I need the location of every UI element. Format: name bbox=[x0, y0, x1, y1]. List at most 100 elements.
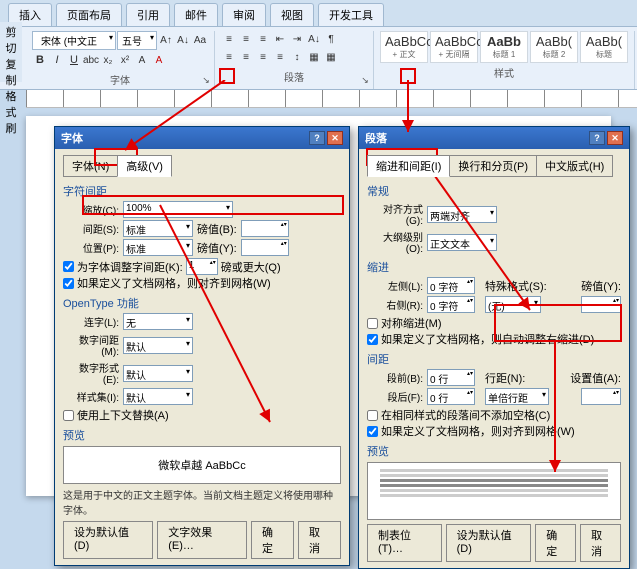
styleset-combo[interactable]: 默认 bbox=[123, 388, 193, 405]
paragraph-dialog: 段落 ?✕ 缩进和间距(I) 换行和分页(P) 中文版式(H) 常规 对齐方式(… bbox=[358, 126, 630, 569]
help-icon[interactable]: ? bbox=[589, 131, 605, 145]
sec-preview-font: 预览 bbox=[63, 427, 341, 443]
tab-ref[interactable]: 引用 bbox=[126, 3, 170, 26]
font-dialog-titlebar[interactable]: 字体 ?✕ bbox=[55, 127, 349, 149]
para-dialog-titlebar[interactable]: 段落 ?✕ bbox=[359, 127, 629, 149]
font-tab-font[interactable]: 字体(N) bbox=[63, 155, 118, 177]
para-cancel-button[interactable]: 取消 bbox=[580, 524, 621, 562]
copy-label[interactable]: 复制 bbox=[2, 56, 20, 88]
para-dialog-launcher-icon[interactable]: ↘ bbox=[359, 75, 371, 87]
shrink-font-icon[interactable]: A↓ bbox=[175, 33, 191, 49]
position-by-spin[interactable] bbox=[241, 239, 289, 256]
outline-combo[interactable]: 正文文本 bbox=[427, 234, 497, 251]
line-space-icon[interactable]: ↕ bbox=[289, 49, 305, 65]
close-icon[interactable]: ✕ bbox=[327, 131, 343, 145]
bullets-icon[interactable]: ≡ bbox=[221, 31, 237, 47]
multilevel-icon[interactable]: ≡ bbox=[255, 31, 271, 47]
align-left-icon[interactable]: ≡ bbox=[221, 49, 237, 65]
ruler[interactable] bbox=[26, 90, 637, 108]
tabs-button[interactable]: 制表位(T)… bbox=[367, 524, 442, 562]
para-preview bbox=[367, 462, 621, 520]
sort-icon[interactable]: A↓ bbox=[306, 31, 322, 47]
right-indent-spin[interactable]: 0 字符 bbox=[427, 296, 475, 313]
font-ok-button[interactable]: 确定 bbox=[251, 521, 294, 559]
italic-icon[interactable]: I bbox=[49, 52, 65, 68]
special-combo[interactable]: (无) bbox=[485, 296, 541, 313]
style-title[interactable]: AaBb(标题 bbox=[580, 31, 628, 63]
spacing-by-spin[interactable] bbox=[241, 220, 289, 237]
line-at-spin[interactable] bbox=[581, 388, 621, 405]
tab-dev[interactable]: 开发工具 bbox=[318, 3, 384, 26]
strike-icon[interactable]: abc bbox=[83, 52, 99, 68]
align-combo[interactable]: 两端对齐 bbox=[427, 206, 497, 223]
ligature-combo[interactable]: 无 bbox=[123, 313, 193, 330]
before-spin[interactable]: 0 行 bbox=[427, 369, 475, 386]
shading-icon[interactable]: ▦ bbox=[306, 49, 322, 65]
tab-layout[interactable]: 页面布局 bbox=[56, 3, 122, 26]
font-hint: 这是用于中文的正文主题字体。当前文档主题定义将使用哪种字体。 bbox=[63, 487, 341, 517]
underline-icon[interactable]: U bbox=[66, 52, 82, 68]
para-snap-check[interactable] bbox=[367, 426, 378, 437]
change-case-icon[interactable]: Aa bbox=[192, 33, 208, 49]
special-by-spin[interactable] bbox=[581, 296, 621, 313]
no-add-space-check[interactable] bbox=[367, 410, 378, 421]
sub-icon[interactable]: x₂ bbox=[100, 52, 116, 68]
font-dialog-launcher-icon[interactable]: ↘ bbox=[200, 75, 212, 87]
font-dialog-title: 字体 bbox=[61, 130, 83, 146]
close-icon[interactable]: ✕ bbox=[607, 131, 623, 145]
snap-grid-check[interactable] bbox=[63, 278, 74, 289]
border-icon[interactable]: ▦ bbox=[323, 49, 339, 65]
style-h1[interactable]: AaBb标题 1 bbox=[480, 31, 528, 63]
font-preview: 微软卓越 AaBbCc bbox=[63, 446, 341, 484]
after-spin[interactable]: 0 行 bbox=[427, 388, 475, 405]
tab-review[interactable]: 审阅 bbox=[222, 3, 266, 26]
font-tab-advanced[interactable]: 高级(V) bbox=[117, 155, 172, 177]
bold-icon[interactable]: B bbox=[32, 52, 48, 68]
font-name-combo[interactable]: 宋体 (中文正 bbox=[32, 31, 116, 50]
numbering-icon[interactable]: ≡ bbox=[238, 31, 254, 47]
line-spacing-combo[interactable]: 单倍行距 bbox=[485, 388, 549, 405]
style-normal[interactable]: AaBbCcDd+ 正文 bbox=[380, 31, 428, 63]
cut-label[interactable]: 剪切 bbox=[2, 24, 20, 56]
kerning-spin[interactable]: 1 bbox=[186, 258, 218, 275]
mirror-indent-check[interactable] bbox=[367, 318, 378, 329]
numspace-combo[interactable]: 默认 bbox=[123, 337, 193, 354]
marks-icon[interactable]: ¶ bbox=[323, 31, 339, 47]
spacing-combo[interactable]: 标准 bbox=[123, 220, 193, 237]
kerning-check[interactable] bbox=[63, 261, 74, 272]
sec-general: 常规 bbox=[367, 183, 621, 199]
inc-indent-icon[interactable]: ⇥ bbox=[289, 31, 305, 47]
font-cancel-button[interactable]: 取消 bbox=[298, 521, 341, 559]
para-ok-button[interactable]: 确定 bbox=[535, 524, 576, 562]
style-h2[interactable]: AaBb(标题 2 bbox=[530, 31, 578, 63]
align-right-icon[interactable]: ≡ bbox=[255, 49, 271, 65]
align-center-icon[interactable]: ≡ bbox=[238, 49, 254, 65]
para-tab-cjk[interactable]: 中文版式(H) bbox=[536, 155, 613, 177]
grow-font-icon[interactable]: A↑ bbox=[158, 33, 174, 49]
tab-mail[interactable]: 邮件 bbox=[174, 3, 218, 26]
help-icon[interactable]: ? bbox=[309, 131, 325, 145]
clipboard-panel: 剪切 复制 格式刷 bbox=[0, 22, 22, 82]
dec-indent-icon[interactable]: ⇤ bbox=[272, 31, 288, 47]
context-alt-check[interactable] bbox=[63, 410, 74, 421]
fmt-label[interactable]: 格式刷 bbox=[2, 88, 20, 136]
para-default-button[interactable]: 设为默认值(D) bbox=[446, 524, 532, 562]
para-tab-indent[interactable]: 缩进和间距(I) bbox=[367, 155, 450, 177]
left-indent-spin[interactable]: 0 字符 bbox=[427, 277, 475, 294]
style-nospace[interactable]: AaBbCcDd+ 无间隔 bbox=[430, 31, 478, 63]
sup-icon[interactable]: x² bbox=[117, 52, 133, 68]
para-tab-line[interactable]: 换行和分页(P) bbox=[449, 155, 537, 177]
font-size-combo[interactable]: 五号 bbox=[117, 31, 157, 50]
tab-view[interactable]: 视图 bbox=[270, 3, 314, 26]
font-group-title: 字体 bbox=[32, 70, 208, 89]
highlight-icon[interactable]: A bbox=[134, 52, 150, 68]
align-just-icon[interactable]: ≡ bbox=[272, 49, 288, 65]
font-color-icon[interactable]: A bbox=[151, 52, 167, 68]
set-default-button[interactable]: 设为默认值(D) bbox=[63, 521, 153, 559]
position-combo[interactable]: 标准 bbox=[123, 239, 193, 256]
sec-opentype: OpenType 功能 bbox=[63, 295, 341, 311]
auto-adjust-check[interactable] bbox=[367, 334, 378, 345]
scale-combo[interactable]: 100% bbox=[123, 201, 233, 218]
text-effects-button[interactable]: 文字效果(E)… bbox=[157, 521, 247, 559]
numform-combo[interactable]: 默认 bbox=[123, 365, 193, 382]
